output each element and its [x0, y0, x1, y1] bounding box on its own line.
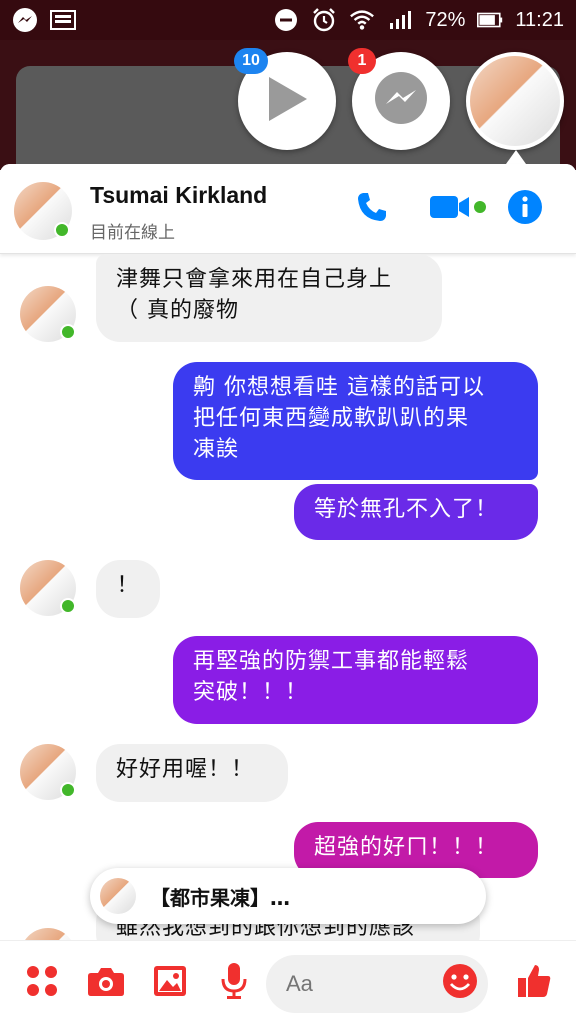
messenger-icon — [372, 70, 430, 132]
contact-name[interactable]: Tsumai Kirkland — [90, 182, 267, 209]
sender-avatar — [20, 928, 76, 940]
phone-icon — [355, 190, 389, 228]
microphone-icon — [220, 962, 248, 1004]
message-line: 齁 你想想看哇 這樣的話可以 — [193, 375, 485, 400]
emoji-button[interactable] — [440, 963, 480, 1003]
preview-thumbnail — [100, 878, 136, 914]
preview-title: 【都市果凍】… — [150, 885, 290, 910]
video-call-button[interactable] — [428, 190, 488, 228]
message-line: 津舞只會拿來用在自己身上 — [116, 267, 393, 292]
info-button[interactable] — [506, 190, 544, 228]
contact-avatar — [470, 56, 560, 146]
clock-time: 11:21 — [515, 8, 564, 31]
message-line: 再堅強的防禦工事都能輕鬆 — [193, 649, 470, 674]
chat-head-messenger[interactable]: 1 — [348, 48, 450, 150]
message-bubble-outgoing[interactable]: 等於無孔不入了！ — [294, 484, 538, 540]
alarm-icon — [311, 7, 337, 33]
message-line: 把任何東西變成軟趴趴的果 — [193, 406, 470, 431]
gallery-button[interactable] — [150, 963, 190, 1003]
shared-link-preview[interactable]: 【都市果凍】… — [90, 868, 486, 924]
smiley-icon — [442, 963, 478, 1003]
message-bubble-outgoing[interactable]: 再堅強的防禦工事都能輕鬆 突破！！！ — [173, 636, 538, 724]
status-bar: 72% 11:21 — [0, 0, 576, 40]
battery-icon — [477, 7, 503, 33]
camera-icon — [87, 965, 125, 1001]
signal-icon — [387, 7, 413, 33]
message-line: 等於無孔不入了！ — [314, 497, 499, 522]
wifi-icon — [349, 7, 375, 33]
chat-head-pointer — [506, 150, 526, 164]
message-line: 超強的好ㄇ！！！ — [314, 835, 499, 860]
message-bubble-incoming[interactable]: 好好用喔！！ — [96, 744, 288, 802]
image-icon — [153, 965, 187, 1001]
contact-status: 目前在線上 — [90, 223, 175, 243]
grid-dots-icon — [25, 964, 59, 1002]
chat-head-video[interactable]: 10 — [234, 48, 336, 150]
play-icon — [263, 73, 311, 129]
video-camera-icon — [428, 192, 488, 226]
chat-header: Tsumai Kirkland 目前在線上 — [0, 164, 576, 254]
gallery-notification-icon — [50, 7, 76, 33]
message-composer — [0, 940, 576, 1024]
voice-message-button[interactable] — [214, 963, 254, 1003]
online-indicator — [60, 324, 76, 340]
message-line: （ 真的廢物 — [116, 298, 239, 323]
message-bubble-outgoing[interactable]: 齁 你想想看哇 這樣的話可以 把任何東西變成軟趴趴的果 凍誒 — [173, 362, 538, 480]
info-icon — [507, 189, 543, 229]
online-indicator — [60, 598, 76, 614]
more-actions-button[interactable] — [22, 963, 62, 1003]
messenger-notification-icon — [12, 7, 38, 33]
battery-percent: 72% — [425, 8, 466, 31]
message-line: ！ — [116, 573, 140, 598]
thumbs-up-icon — [516, 963, 552, 1003]
message-bubble-incoming[interactable]: ！ — [96, 560, 160, 618]
voice-call-button[interactable] — [352, 190, 392, 228]
message-list[interactable]: 津舞只會拿來用在自己身上 （ 真的廢物 齁 你想想看哇 這樣的話可以 把任何東西… — [0, 254, 576, 940]
like-button[interactable] — [514, 963, 554, 1003]
message-bubble-incoming[interactable]: 津舞只會拿來用在自己身上 （ 真的廢物 — [96, 254, 442, 342]
message-line: 好好用喔！！ — [116, 757, 255, 782]
message-line: 突破！！！ — [193, 680, 309, 705]
online-indicator — [54, 222, 70, 238]
message-line: 凍誒 — [193, 437, 240, 462]
camera-button[interactable] — [86, 963, 126, 1003]
unread-badge: 1 — [348, 48, 376, 74]
online-indicator — [60, 782, 76, 798]
chat-head-contact[interactable] — [466, 52, 564, 150]
unread-badge: 10 — [234, 48, 268, 74]
do-not-disturb-icon — [273, 7, 299, 33]
